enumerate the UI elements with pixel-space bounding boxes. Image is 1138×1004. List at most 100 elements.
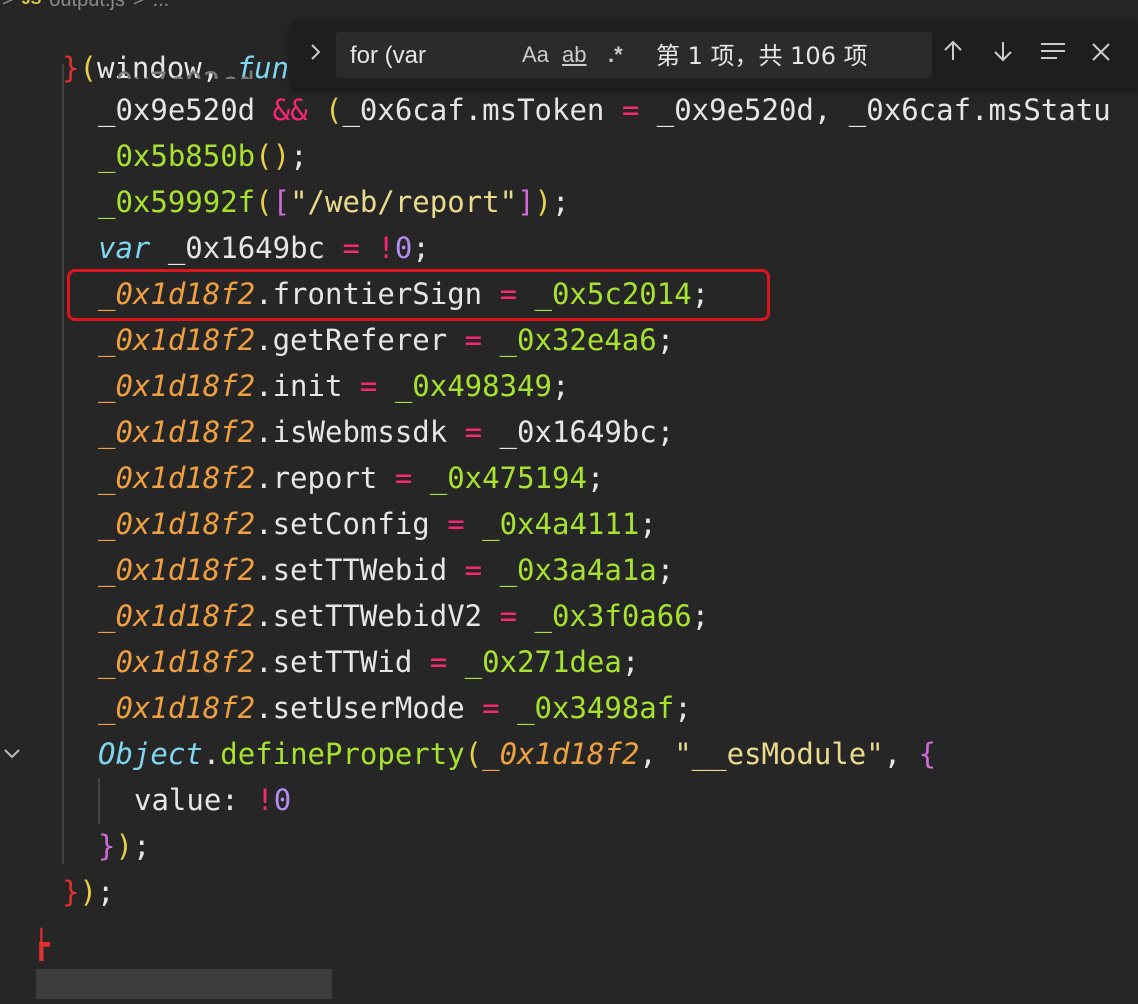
code-token: .setTTWebid (255, 553, 465, 587)
code-token: _0x1d18f2 (98, 415, 256, 449)
code-line-4[interactable]: var _0x1649bc = !0; (0, 225, 430, 271)
code-line-8[interactable]: _0x1d18f2.isWebmssdk = _0x1649bc; (0, 409, 674, 455)
code-token: ; (656, 323, 675, 357)
code-token: _0x1d18f2 (98, 553, 256, 587)
code-line-18[interactable]: }); (0, 869, 114, 915)
code-token: = (447, 507, 465, 541)
code-line-14[interactable]: _0x1d18f2.setUserMode = _0x3498af; (0, 685, 692, 731)
code-token: } (62, 875, 80, 909)
highlight-annotation-box (67, 269, 770, 321)
code-editor[interactable]: > JS output.js > ... }(window, fun _0x7c… (0, 0, 1138, 1004)
code-token: ] (517, 185, 535, 219)
code-token: { (918, 737, 937, 771)
code-token: defineProperty (220, 737, 465, 771)
code-line-10[interactable]: _0x1d18f2.setConfig = _0x4a4111; (0, 501, 657, 547)
code-token: ) (115, 829, 133, 863)
previous-match-arrow-up-icon[interactable] (936, 38, 970, 72)
code-token: _0x9e520d (98, 93, 273, 127)
code-token: ; (639, 507, 657, 541)
code-token: = (342, 231, 360, 265)
code-line-1[interactable]: _0x9e520d && (_0x6caf.msToken = _0x9e520… (0, 87, 1111, 133)
code-token: _0x4a4111 (482, 507, 640, 541)
code-token: ; (552, 185, 570, 219)
code-token: ; (551, 369, 570, 403)
breadcrumb[interactable]: > JS output.js > ... (0, 0, 169, 14)
find-input[interactable] (348, 38, 512, 74)
code-line-16[interactable]: value: !0 (0, 777, 291, 823)
breadcrumb-chevron-icon: > (2, 0, 14, 12)
code-line-3[interactable]: _0x59992f(["/web/report"]); (0, 179, 569, 225)
code-token: = (464, 415, 483, 449)
code-token: "/web/report" (290, 185, 518, 219)
code-line-17[interactable]: }); (0, 823, 150, 869)
code-token: = (482, 691, 500, 725)
code-token: 0 (394, 231, 413, 265)
code-token: ( (325, 93, 343, 127)
code-token: } (98, 829, 116, 863)
code-token: ; (656, 553, 675, 587)
code-token: _0x5b850b (98, 139, 256, 173)
code-token: value: (134, 783, 257, 817)
breadcrumb-more[interactable]: ... (153, 0, 170, 12)
code-token: _0x9e520d, _0x6caf.msStatu (639, 93, 1111, 127)
code-token: _0x498349 (394, 369, 552, 403)
code-token: _0x6caf.msToken (342, 93, 622, 127)
code-token: 0 (273, 783, 292, 817)
code-token: ; (412, 231, 430, 265)
find-in-selection-lines-icon[interactable] (1036, 38, 1070, 72)
code-line-2[interactable]: _0x5b850b(); (0, 133, 308, 179)
code-token: ) (534, 185, 552, 219)
next-match-arrow-down-icon[interactable] (986, 38, 1020, 72)
code-token: _0x1649bc; (482, 415, 675, 449)
code-token: = (499, 599, 518, 633)
code-line-7[interactable]: _0x1d18f2.init = _0x498349; (0, 363, 569, 409)
code-token: _0x1d18f2 (98, 323, 256, 357)
match-case-toggle[interactable]: Aa (522, 40, 549, 70)
breadcrumb-file[interactable]: output.js (49, 0, 125, 12)
code-token: _0x32e4a6 (499, 323, 657, 357)
code-token: .getReferer (255, 323, 465, 357)
code-token: } (62, 51, 80, 85)
code-token: . (202, 737, 221, 771)
code-token: ( (255, 185, 273, 219)
code-token: .setConfig (255, 507, 448, 541)
code-token: = (429, 645, 448, 679)
regex-toggle[interactable]: .* (608, 40, 623, 70)
code-token: , (639, 737, 675, 771)
code-token: ! (256, 783, 274, 817)
horizontal-scrollbar[interactable] (36, 969, 332, 999)
whole-word-toggle[interactable]: ab (562, 40, 586, 70)
code-line-13[interactable]: _0x1d18f2.setTTWid = _0x271dea; (0, 639, 639, 685)
code-token: ( (79, 51, 97, 85)
code-token: .init (255, 369, 360, 403)
code-line-9[interactable]: _0x1d18f2.report = _0x475194; (0, 455, 604, 501)
code-line-6[interactable]: _0x1d18f2.getReferer = _0x32e4a6; (0, 317, 674, 363)
code-token: ; (674, 691, 692, 725)
toggle-replace-chevron-icon[interactable] (300, 40, 330, 70)
code-token: _0x1d18f2 (98, 691, 256, 725)
code-token: _0x1d18f2 (98, 369, 256, 403)
javascript-file-icon: JS (22, 0, 42, 9)
code-token: _0x3f0a66 (534, 599, 692, 633)
code-token: _0x1d18f2 (482, 737, 640, 771)
code-line-11[interactable]: _0x1d18f2.setTTWebid = _0x3a4a1a; (0, 547, 674, 593)
code-line-15[interactable]: Object.defineProperty(_0x1d18f2, "__esMo… (0, 731, 936, 777)
code-token: () (255, 139, 291, 173)
fold-chevron-down-icon[interactable] (0, 742, 24, 766)
code-token: = (464, 553, 483, 587)
code-token: .setTTWid (255, 645, 430, 679)
close-find-close-icon[interactable] (1084, 38, 1118, 72)
code-token: .setUserMode (255, 691, 483, 725)
match-count: 第 1 项，共 106 项 (656, 42, 868, 70)
code-line-12[interactable]: _0x1d18f2.setTTWebidV2 = _0x3f0a66; (0, 593, 709, 639)
code-token: ! (377, 231, 395, 265)
code-token: ) (79, 875, 97, 909)
code-token: var (98, 231, 151, 265)
code-token: ( (464, 737, 483, 771)
